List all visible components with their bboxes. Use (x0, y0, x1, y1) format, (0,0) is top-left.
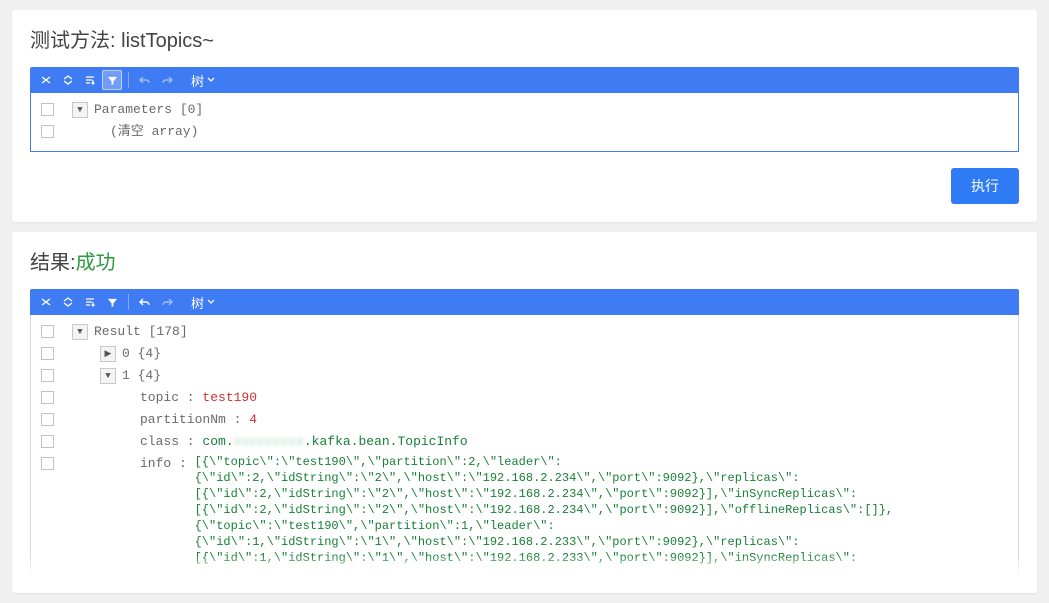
view-dropdown[interactable]: 树 (187, 71, 219, 90)
expand-all-icon[interactable] (58, 70, 78, 90)
separator (128, 294, 129, 310)
row-selector[interactable] (41, 435, 54, 448)
redo-icon[interactable] (157, 70, 177, 90)
view-label: 树 (191, 293, 204, 312)
row-selector[interactable] (41, 457, 54, 470)
empty-array-label: (清空 array) (110, 122, 198, 142)
tree-row-info[interactable]: info : [{\"topic\":\"test190\",\"partiti… (41, 453, 1008, 567)
title-prefix: 测试方法: (30, 30, 121, 52)
title-method: listTopics~ (121, 30, 214, 52)
class-masked: xxxxxxxxx (234, 434, 304, 449)
toolbar: 树 (30, 67, 1019, 93)
chevron-down-icon (207, 298, 215, 306)
row-selector[interactable] (41, 413, 54, 426)
row-selector[interactable] (41, 347, 54, 360)
fade-overlay (30, 555, 1019, 575)
row-selector[interactable] (41, 369, 54, 382)
collapse-toggle[interactable]: ▼ (100, 368, 116, 384)
execute-button[interactable]: 执行 (951, 168, 1019, 204)
info-blob: [{\"topic\":\"test190\",\"partition\":2,… (195, 454, 894, 566)
chevron-down-icon (207, 76, 215, 84)
tree-row[interactable]: class : com.xxxxxxxxx.kafka.bean.TopicIn… (41, 431, 1008, 453)
expand-all-icon[interactable] (58, 292, 78, 312)
tree-row[interactable]: ▼ Result [178] (41, 321, 1008, 343)
filter-icon[interactable] (102, 292, 122, 312)
action-bar: 执行 (30, 168, 1019, 204)
result-root-label: Result [178] (94, 322, 188, 342)
row-selector[interactable] (41, 325, 54, 338)
parameters-label: Parameters [0] (94, 100, 203, 120)
request-panel: 测试方法: listTopics~ 树 ▼ Par (12, 10, 1037, 222)
tree-row[interactable]: ▼ 1 {4} (41, 365, 1008, 387)
result-title: 结果:成功 (30, 246, 1019, 275)
result-toolbar: 树 (30, 289, 1019, 315)
collapse-all-icon[interactable] (36, 292, 56, 312)
row-selector[interactable] (41, 103, 54, 116)
undo-icon[interactable] (135, 292, 155, 312)
result-tree: ▼ Result [178] ▶ 0 {4} ▼ 1 {4} topic : t… (30, 315, 1019, 575)
tree-row[interactable]: ▼ Parameters [0] (41, 99, 1008, 121)
topic-value: test190 (202, 390, 257, 405)
tree-row[interactable]: topic : test190 (41, 387, 1008, 409)
separator (128, 72, 129, 88)
tree-row[interactable]: partitionNm : 4 (41, 409, 1008, 431)
panel-title: 测试方法: listTopics~ (30, 24, 1019, 53)
sort-icon[interactable] (80, 70, 100, 90)
collapse-all-icon[interactable] (36, 70, 56, 90)
topic-key: topic : (140, 390, 202, 405)
class-prefix: com. (202, 434, 233, 449)
view-label: 树 (191, 71, 204, 90)
collapse-toggle[interactable]: ▼ (72, 324, 88, 340)
row-selector[interactable] (41, 125, 54, 138)
info-key: info : (140, 454, 195, 474)
tree-row[interactable]: ▶ 0 {4} (41, 343, 1008, 365)
redo-icon[interactable] (157, 292, 177, 312)
tree-row[interactable]: (清空 array) (41, 121, 1008, 143)
result-panel: 结果:成功 树 ▼ (12, 232, 1037, 593)
row-selector[interactable] (41, 391, 54, 404)
view-dropdown[interactable]: 树 (187, 293, 219, 312)
partition-value: 4 (249, 412, 257, 427)
filter-icon[interactable] (102, 70, 122, 90)
node-index-1: 1 {4} (122, 366, 161, 386)
partition-key: partitionNm : (140, 412, 249, 427)
parameters-tree: ▼ Parameters [0] (清空 array) (30, 93, 1019, 152)
class-key: class : (140, 434, 202, 449)
expand-toggle[interactable]: ▶ (100, 346, 116, 362)
sort-icon[interactable] (80, 292, 100, 312)
class-suffix: .kafka.bean.TopicInfo (304, 434, 468, 449)
collapse-toggle[interactable]: ▼ (72, 102, 88, 118)
result-prefix: 结果: (30, 252, 76, 274)
node-index-0: 0 {4} (122, 344, 161, 364)
undo-icon[interactable] (135, 70, 155, 90)
result-status: 成功 (76, 252, 116, 274)
